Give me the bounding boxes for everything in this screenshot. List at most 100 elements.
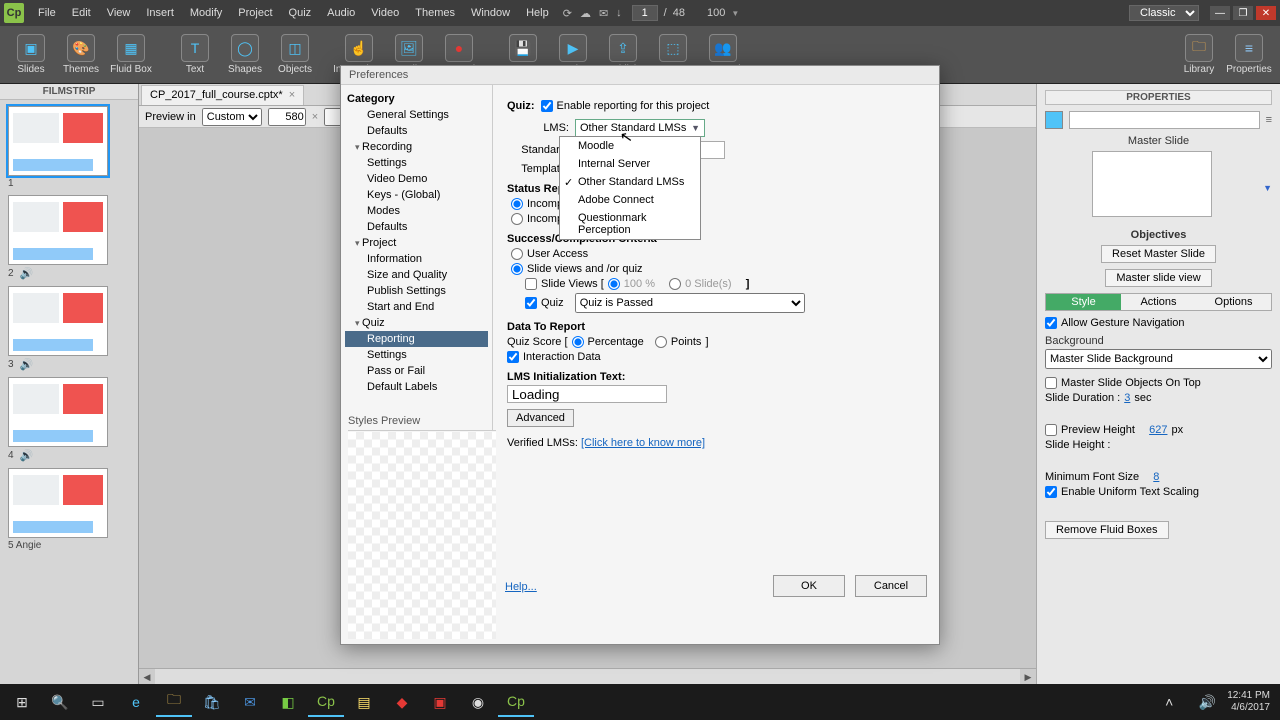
allow-gesture-checkbox[interactable] <box>1045 317 1057 329</box>
cat-start-and-end[interactable]: Start and End <box>345 299 488 315</box>
lms-option-questionmark-perception[interactable]: Questionmark Perception <box>560 209 700 239</box>
outlook-icon[interactable]: ✉ <box>232 687 268 717</box>
cat-pass-or-fail[interactable]: Pass or Fail <box>345 363 488 379</box>
cat-project[interactable]: Project <box>345 235 488 251</box>
window-close[interactable]: ✕ <box>1256 6 1276 20</box>
document-tab[interactable]: CP_2017_full_course.cptx* × <box>141 85 304 105</box>
zoom-value[interactable]: 100 <box>707 7 725 19</box>
cat-reporting[interactable]: Reporting <box>345 331 488 347</box>
pdf-icon[interactable]: ▣ <box>422 687 458 717</box>
menu-help[interactable]: Help <box>518 7 557 19</box>
score-percentage-radio[interactable] <box>572 336 584 348</box>
verified-link[interactable]: [Click here to know more] <box>581 437 705 449</box>
tool-objects[interactable]: ◫Objects <box>270 34 320 75</box>
app-icon-1[interactable]: ◧ <box>270 687 306 717</box>
interaction-data-checkbox[interactable] <box>507 351 519 363</box>
min-font-value[interactable]: 8 <box>1153 471 1159 483</box>
ui-mode-select[interactable]: Classic <box>1129 5 1199 21</box>
help-link[interactable]: Help... <box>505 581 537 593</box>
search-icon[interactable]: 🔍 <box>42 687 78 717</box>
menu-edit[interactable]: Edit <box>64 7 99 19</box>
score-points-radio[interactable] <box>655 336 667 348</box>
cat-publish-settings[interactable]: Publish Settings <box>345 283 488 299</box>
duration-value[interactable]: 3 <box>1124 392 1130 404</box>
reset-master-button[interactable]: Reset Master Slide <box>1101 245 1216 263</box>
preview-height-checkbox[interactable] <box>1045 424 1057 436</box>
scroll-right-icon[interactable]: ▶ <box>1020 669 1036 685</box>
remove-fluid-button[interactable]: Remove Fluid Boxes <box>1045 521 1169 539</box>
menu-insert[interactable]: Insert <box>138 7 182 19</box>
status-opt2-radio[interactable] <box>511 213 523 225</box>
tool-shapes[interactable]: ◯Shapes <box>220 34 270 75</box>
hscrollbar[interactable]: ◀ ▶ <box>139 668 1036 684</box>
cat-general-settings[interactable]: General Settings <box>345 107 488 123</box>
menu-file[interactable]: File <box>30 7 64 19</box>
cat-settings[interactable]: Settings <box>345 155 488 171</box>
cat-settings[interactable]: Settings <box>345 347 488 363</box>
cat-default-labels[interactable]: Default Labels <box>345 379 488 395</box>
cat-information[interactable]: Information <box>345 251 488 267</box>
page-current[interactable] <box>632 5 658 21</box>
quiz-checkbox[interactable] <box>525 297 537 309</box>
cloud-icon[interactable]: ☁ <box>580 7 591 20</box>
preview-mode-select[interactable]: Custom <box>202 108 262 126</box>
menu-window[interactable]: Window <box>463 7 518 19</box>
lms-option-other-standard-lmss[interactable]: Other Standard LMSs <box>560 173 700 191</box>
tool-fluid-box[interactable]: ▦Fluid Box <box>106 34 156 75</box>
cat-modes[interactable]: Modes <box>345 203 488 219</box>
tool-library[interactable]: 🗀Library <box>1174 34 1224 75</box>
master-thumb[interactable] <box>1092 151 1212 217</box>
explorer-icon[interactable]: 🗀 <box>156 687 192 717</box>
preview-width[interactable] <box>268 108 306 126</box>
background-select[interactable]: Master Slide Background <box>1045 349 1272 369</box>
slide-color-swatch[interactable] <box>1045 111 1063 129</box>
slide-views-count-radio[interactable] <box>669 278 681 290</box>
preview-height-value[interactable]: 627 <box>1149 424 1167 436</box>
tool-slides[interactable]: ▣Slides <box>6 34 56 75</box>
zoom-dropdown-icon[interactable]: ▼ <box>731 9 739 18</box>
slide-views-checkbox[interactable] <box>525 278 537 290</box>
tray-up-icon[interactable]: ˄ <box>1151 687 1187 717</box>
enable-reporting-checkbox[interactable] <box>541 100 553 112</box>
slide-thumb-5[interactable] <box>8 468 108 538</box>
cat-defaults[interactable]: Defaults <box>345 123 488 139</box>
lms-option-internal-server[interactable]: Internal Server <box>560 155 700 173</box>
master-view-button[interactable]: Master slide view <box>1105 269 1211 287</box>
taskbar-clock[interactable]: 12:41 PM 4/6/2017 <box>1227 690 1276 714</box>
cat-recording[interactable]: Recording <box>345 139 488 155</box>
sync-icon[interactable]: ⟳ <box>563 7 572 20</box>
close-tab-icon[interactable]: × <box>289 89 295 101</box>
tool-themes[interactable]: 🎨Themes <box>56 34 106 75</box>
window-maximize[interactable]: ❐ <box>1233 6 1253 20</box>
tool-properties[interactable]: ≡Properties <box>1224 34 1274 75</box>
menu-project[interactable]: Project <box>230 7 280 19</box>
tool-text[interactable]: TText <box>170 34 220 75</box>
uniform-scaling-checkbox[interactable] <box>1045 486 1057 498</box>
cat-video-demo[interactable]: Video Demo <box>345 171 488 187</box>
cat-defaults[interactable]: Defaults <box>345 219 488 235</box>
lms-option-adobe-connect[interactable]: Adobe Connect <box>560 191 700 209</box>
ok-button[interactable]: OK <box>773 575 845 597</box>
menu-video[interactable]: Video <box>363 7 407 19</box>
slide-thumb-1[interactable] <box>8 106 108 176</box>
tab-style[interactable]: Style <box>1046 294 1121 310</box>
lms-select[interactable]: Other Standard LMSs▼ <box>575 119 705 137</box>
window-minimize[interactable]: — <box>1210 6 1230 20</box>
menu-quiz[interactable]: Quiz <box>281 7 320 19</box>
success-opt2-radio[interactable] <box>511 263 523 275</box>
slide-thumb-2[interactable] <box>8 195 108 265</box>
advanced-button[interactable]: Advanced <box>507 409 574 427</box>
cat-keys-global-[interactable]: Keys - (Global) <box>345 187 488 203</box>
slide-name-input[interactable] <box>1069 111 1260 129</box>
menu-modify[interactable]: Modify <box>182 7 230 19</box>
cancel-button[interactable]: Cancel <box>855 575 927 597</box>
list-icon[interactable]: ≡ <box>1266 114 1272 126</box>
start-button[interactable]: ⊞ <box>4 687 40 717</box>
volume-icon[interactable]: 🔊 <box>1189 687 1225 717</box>
success-opt1-radio[interactable] <box>511 248 523 260</box>
notes-icon[interactable]: ▤ <box>346 687 382 717</box>
master-on-top-checkbox[interactable] <box>1045 377 1057 389</box>
slide-views-pct-radio[interactable] <box>608 278 620 290</box>
slide-thumb-3[interactable] <box>8 286 108 356</box>
edge-icon[interactable]: e <box>118 687 154 717</box>
